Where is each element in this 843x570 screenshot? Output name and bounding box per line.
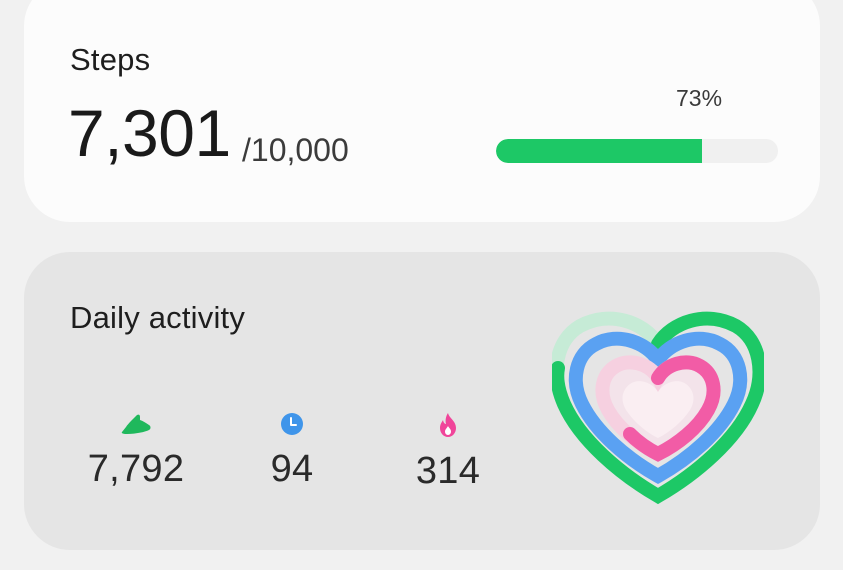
- activity-time-value: 94: [270, 448, 314, 490]
- activity-steps-value: 7,792: [87, 448, 185, 490]
- activity-rings-heart: [552, 311, 764, 505]
- daily-activity-card[interactable]: Daily activity 7,792 94 314: [24, 252, 820, 550]
- steps-progress-fill: [496, 139, 702, 163]
- clock-icon: [281, 413, 303, 435]
- activity-calories-value: 314: [415, 450, 481, 492]
- steps-progress-bar: [496, 139, 778, 163]
- steps-count: 7,301: [68, 96, 231, 170]
- shoe-icon: [121, 414, 151, 434]
- steps-goal: /10,000: [242, 132, 349, 168]
- activity-time-stat: 94: [240, 412, 344, 491]
- steps-title: Steps: [70, 42, 151, 77]
- activity-calories-stat: 314: [396, 412, 500, 493]
- steps-progress-percent: 73%: [676, 85, 723, 111]
- flame-icon: [440, 413, 456, 437]
- activity-steps-stat: 7,792: [76, 412, 196, 491]
- steps-card[interactable]: Steps 7,301 /10,000 73%: [24, 0, 820, 222]
- daily-activity-title: Daily activity: [70, 300, 246, 335]
